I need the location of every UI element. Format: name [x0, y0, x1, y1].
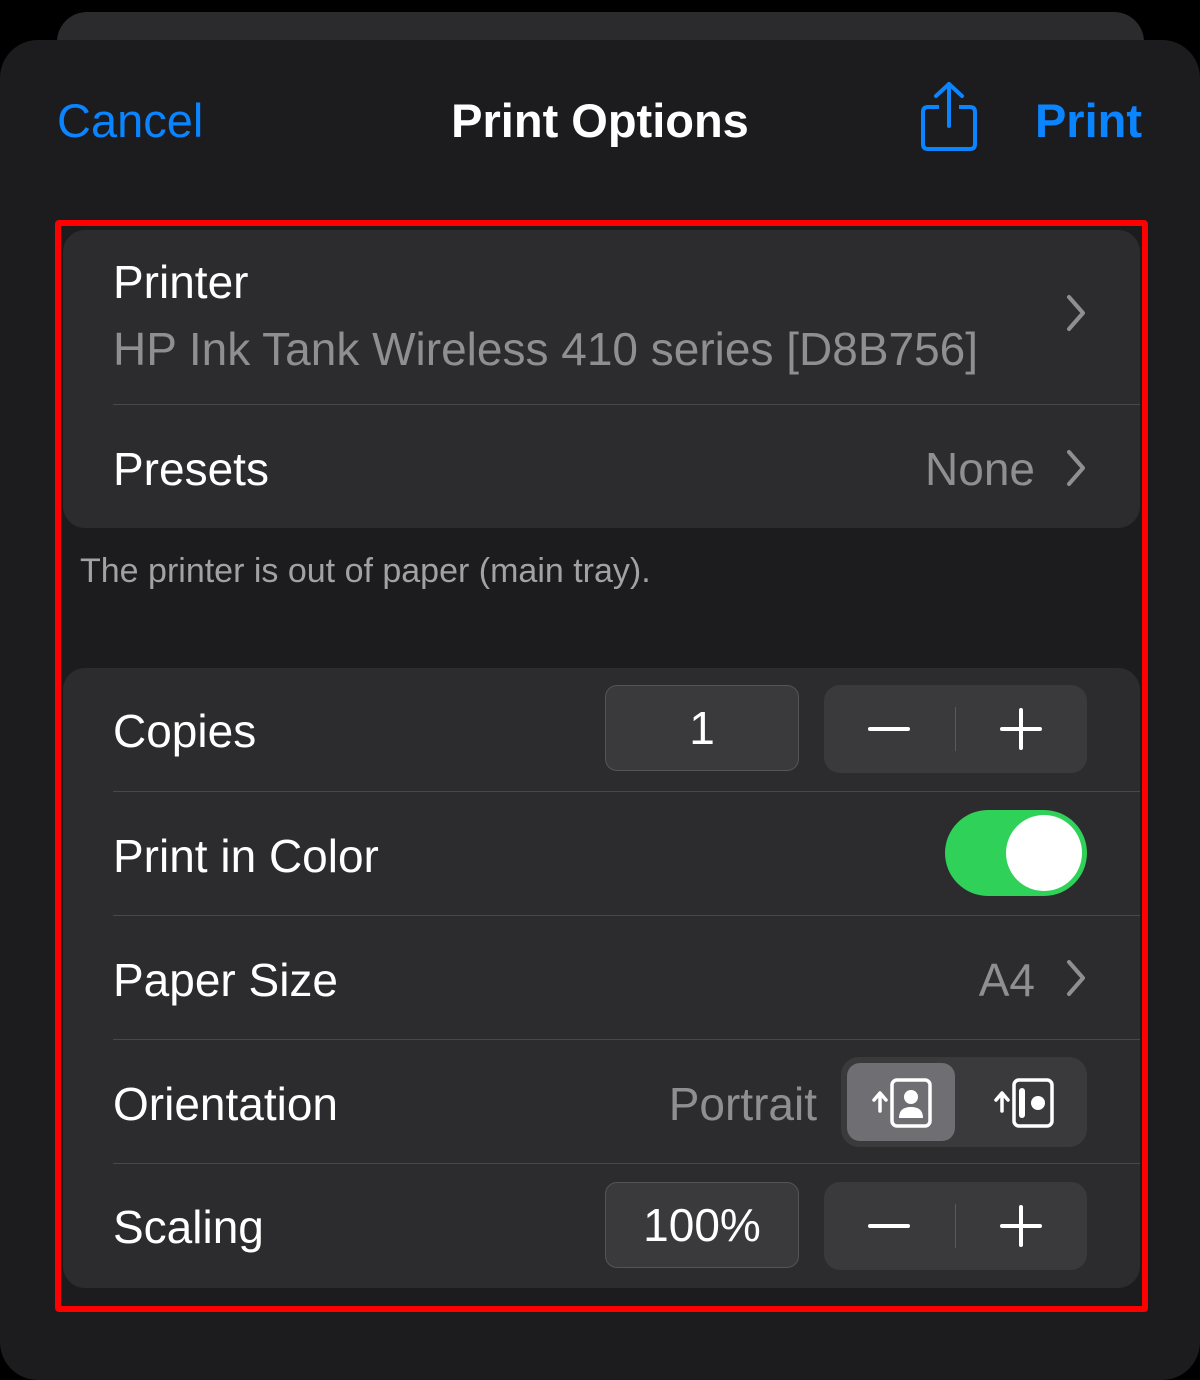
orientation-row: Orientation Portrait	[63, 1040, 1140, 1164]
page-title: Print Options	[451, 94, 749, 147]
presets-row[interactable]: Presets None	[63, 405, 1140, 528]
print-in-color-toggle[interactable]	[945, 810, 1087, 896]
copies-label: Copies	[113, 705, 257, 757]
chevron-right-icon	[1067, 295, 1085, 331]
orientation-label: Orientation	[113, 1078, 339, 1130]
share-button[interactable]	[918, 80, 980, 154]
paper-size-row[interactable]: Paper Size A4	[63, 916, 1140, 1040]
chevron-right-icon	[1067, 960, 1085, 996]
portrait-icon	[872, 1078, 932, 1128]
copies-stepper	[824, 685, 1087, 773]
share-icon	[921, 82, 977, 151]
portrait-option[interactable]	[847, 1063, 955, 1141]
paper-size-label: Paper Size	[113, 954, 339, 1006]
scaling-increment-button[interactable]	[956, 1182, 1087, 1270]
copies-decrement-button[interactable]	[824, 685, 955, 773]
copies-increment-button[interactable]	[956, 685, 1087, 773]
orientation-value: Portrait	[668, 1078, 817, 1130]
scaling-stepper	[824, 1182, 1087, 1270]
chevron-right-icon	[1067, 450, 1085, 486]
paper-size-value: A4	[978, 954, 1035, 1006]
scaling-decrement-button[interactable]	[824, 1182, 955, 1270]
plus-icon	[1000, 1205, 1042, 1247]
landscape-option[interactable]	[971, 1063, 1079, 1141]
minus-icon	[868, 1224, 910, 1228]
presets-value: None	[925, 443, 1035, 495]
printer-row[interactable]: Printer HP Ink Tank Wireless 410 series …	[63, 230, 1140, 405]
printer-status-message: The printer is out of paper (main tray).	[80, 552, 651, 590]
toggle-knob	[1006, 815, 1082, 891]
printer-label: Printer	[113, 256, 249, 308]
printer-settings-group: Printer HP Ink Tank Wireless 410 series …	[63, 230, 1140, 528]
print-in-color-label: Print in Color	[113, 830, 379, 882]
copies-row: Copies 1	[63, 668, 1140, 792]
print-button[interactable]: Print	[1030, 93, 1142, 149]
scaling-field[interactable]: 100%	[605, 1182, 799, 1268]
orientation-control	[841, 1057, 1087, 1147]
scaling-row: Scaling 100%	[63, 1164, 1140, 1288]
copies-field[interactable]: 1	[605, 685, 799, 771]
scaling-label: Scaling	[113, 1201, 264, 1253]
cancel-button[interactable]: Cancel	[57, 93, 203, 149]
print-in-color-row: Print in Color	[63, 792, 1140, 916]
printer-name: HP Ink Tank Wireless 410 series [D8B756]	[113, 323, 979, 375]
presets-label: Presets	[113, 443, 269, 495]
landscape-icon	[994, 1078, 1054, 1128]
plus-icon	[1000, 708, 1042, 750]
minus-icon	[868, 727, 910, 731]
print-options-group: Copies 1 Print in Color Paper Size A4 Or…	[63, 668, 1140, 1288]
